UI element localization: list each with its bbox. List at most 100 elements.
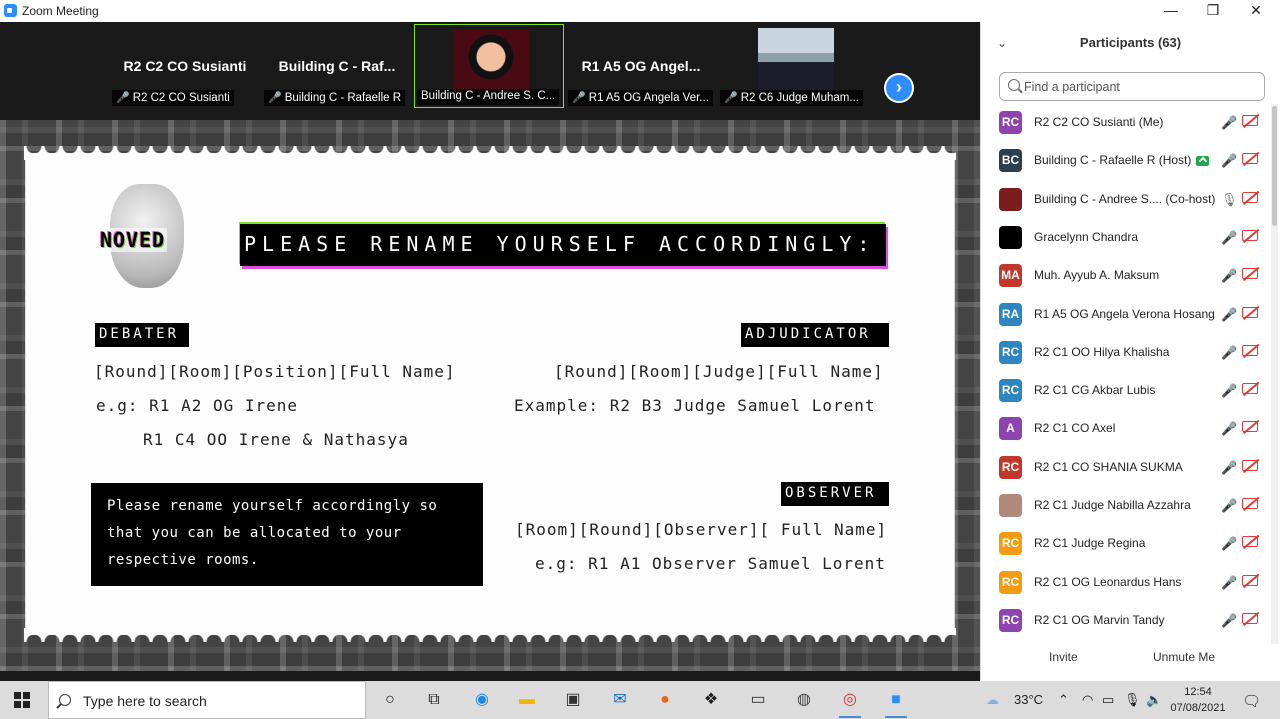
participant-name: R2 C2 CO Susianti (Me) — [1034, 115, 1164, 129]
video-off-icon[interactable] — [1242, 612, 1258, 624]
microphone-muted-icon[interactable]: 🎤 — [1221, 268, 1237, 284]
zoom-icon[interactable]: ■ — [883, 688, 909, 718]
wifi-icon[interactable]: ◠ — [1082, 692, 1093, 708]
weather-icon[interactable]: ☁ — [986, 692, 999, 708]
video-off-icon[interactable] — [1242, 229, 1258, 241]
video-off-icon[interactable] — [1242, 344, 1258, 356]
microphone-muted-icon[interactable]: 🎤 — [1221, 230, 1237, 246]
microphone-muted-icon[interactable]: 🎤 — [1221, 307, 1237, 323]
search-icon — [59, 694, 71, 706]
task-view-icon[interactable]: ⧉ — [421, 688, 447, 712]
windows-start-icon[interactable] — [14, 692, 30, 708]
participant-row[interactable]: RA R1 A5 OG Angela Verona Hosang 🎤 — [981, 296, 1271, 334]
video-off-icon[interactable] — [1242, 383, 1258, 395]
avatar: A — [999, 417, 1022, 441]
maximize-button[interactable]: ❐ — [1192, 0, 1234, 22]
video-off-icon[interactable] — [1242, 459, 1258, 471]
participant-video — [453, 29, 529, 91]
participant-row[interactable]: RC R2 C1 OG Marvin Tandy 🎤 — [981, 602, 1271, 632]
invite-button[interactable]: Invite — [1041, 648, 1086, 666]
camera-icon[interactable]: ◍ — [791, 688, 817, 712]
battery-icon[interactable]: ▭ — [1102, 692, 1114, 708]
cortana-icon[interactable]: ○ — [377, 688, 403, 712]
video-tile-label: 🎤 R1 A5 OG Angela Ver... — [568, 90, 713, 106]
video-off-icon[interactable] — [1242, 306, 1258, 318]
microphone-muted-icon[interactable]: 🎤 — [1221, 345, 1237, 361]
microphone-muted-icon[interactable]: 🎤 — [1221, 613, 1237, 629]
avatar — [999, 225, 1022, 249]
participant-row[interactable]: A R2 C1 CO Axel 🎤 — [981, 410, 1271, 448]
taskbar-search[interactable] — [48, 681, 366, 719]
video-off-icon[interactable] — [1242, 115, 1258, 126]
chevron-right-icon[interactable]: › — [884, 73, 914, 103]
participants-panel: ⌄ Participants (63) RCR2 C2 CO Susianti … — [980, 22, 1280, 681]
video-tile[interactable]: Building C - Raf... 🎤 Building C - Rafael… — [262, 24, 412, 108]
participant-row[interactable]: RC R2 C2 CO Susianti (Me) 🎤 — [981, 104, 1271, 142]
file-explorer-icon[interactable]: ▬ — [514, 688, 540, 712]
microphone-muted-icon[interactable]: 🎤 — [1221, 460, 1237, 476]
avatar: BC — [999, 149, 1022, 173]
video-tile[interactable]: R1 A5 OG Angel... 🎤 R1 A5 OG Angela Ver..… — [566, 24, 716, 108]
microphone-muted-icon[interactable]: 🎤 — [1221, 498, 1237, 514]
microphone-muted-icon[interactable]: 🎤 — [1221, 575, 1237, 591]
observer-tag: OBSERVER — [781, 482, 889, 506]
chrome-icon[interactable]: ◎ — [837, 688, 863, 718]
dropbox-icon[interactable]: ❖ — [698, 688, 724, 712]
taskbar-clock[interactable]: 12:54 07/08/2021 — [1168, 684, 1228, 716]
video-off-icon[interactable] — [1242, 268, 1258, 280]
firefox-icon[interactable]: ● — [652, 688, 678, 712]
participant-list-scrollbar[interactable] — [1271, 104, 1278, 644]
microphone-muted-icon[interactable]: 🎤 — [1221, 115, 1237, 131]
video-tile[interactable]: R2 C2 CO Susianti 🎤 R2 C2 CO Susianti — [110, 24, 260, 108]
microphone-muted-icon[interactable]: 🎤 — [1221, 536, 1237, 552]
video-off-icon[interactable] — [1242, 153, 1258, 165]
participant-row[interactable]: R2 C1 Judge Nabilla Azzahra 🎤 — [981, 487, 1271, 525]
chevron-up-icon[interactable]: ⌃ — [1058, 692, 1069, 708]
microphone-icon[interactable]: 🎙 — [1124, 692, 1141, 708]
video-tile-active-speaker[interactable]: Building C - Andree S. C... — [414, 24, 564, 108]
temperature[interactable]: 33°C — [1014, 692, 1043, 707]
search-icon — [1008, 79, 1020, 91]
taskbar-search-input[interactable] — [83, 692, 353, 710]
video-off-icon[interactable] — [1242, 536, 1258, 548]
close-button[interactable]: ✕ — [1235, 0, 1277, 22]
participant-row[interactable]: RC R2 C1 CO SHANIA SUKMA 🎤 — [981, 449, 1271, 487]
microphone-muted-icon[interactable]: 🎤 — [1221, 383, 1237, 399]
participant-row[interactable]: RC R2 C1 OG Leonardus Hans 🎤 — [981, 564, 1271, 602]
avatar: RC — [999, 111, 1022, 134]
video-off-icon[interactable] — [1242, 421, 1258, 433]
participant-name: Building C - Rafaelle R (Host) — [1034, 153, 1210, 167]
avatar: RC — [999, 608, 1022, 632]
participant-row[interactable]: RC R2 C1 CG Akbar Lubis 🎤 — [981, 372, 1271, 410]
debater-example-2: R1 C4 OO Irene & Nathasya — [143, 430, 409, 449]
participant-row[interactable]: RC R2 C1 OO Hilya Khalisha 🎤 — [981, 334, 1271, 372]
video-off-icon[interactable] — [1242, 191, 1258, 203]
participant-search[interactable] — [999, 72, 1265, 101]
participant-name: R2 C1 Judge Regina — [1034, 536, 1146, 551]
share-bottom-bar — [0, 671, 980, 681]
volume-icon[interactable]: 🔈 — [1146, 692, 1162, 708]
participant-name: R2 C1 Judge Nabilla Azzahra — [1034, 498, 1191, 512]
notifications-icon[interactable]: 🗨 — [1242, 692, 1261, 710]
video-tile[interactable]: 🎤 R2 C6 Judge Muham... — [718, 24, 868, 108]
minimize-button[interactable]: — — [1150, 0, 1192, 22]
microphone-muted-icon[interactable]: 🎤 — [1221, 153, 1237, 169]
participant-row[interactable]: Building C - Andree S.... (Co-host) 🎙 — [981, 181, 1271, 219]
participant-search-input[interactable] — [1024, 77, 1260, 97]
participant-row[interactable]: RC R2 C1 Judge Regina 🎤 — [981, 525, 1271, 563]
amazon-icon[interactable]: ▭ — [745, 688, 771, 712]
unmute-me-button[interactable]: Unmute Me — [1145, 648, 1223, 666]
microphone-muted-icon[interactable]: 🎤 — [1221, 421, 1237, 437]
participant-row[interactable]: MA Muh. Ayyub A. Maksum 🎤 — [981, 257, 1271, 295]
video-off-icon[interactable] — [1242, 498, 1258, 509]
mail-icon[interactable]: ✉ — [607, 688, 633, 712]
video-tile-label: Building C - Andree S. C... — [417, 89, 560, 105]
microphone-icon[interactable]: 🎙 — [1221, 192, 1238, 208]
scrollbar-thumb[interactable] — [1272, 106, 1277, 226]
participant-name: Gracelynn Chandra — [1034, 229, 1139, 244]
edge-icon[interactable]: ◉ — [469, 688, 495, 712]
store-icon[interactable]: ▣ — [560, 688, 586, 712]
participant-row[interactable]: BC Building C - Rafaelle R (Host) 🎤 — [981, 142, 1271, 180]
video-off-icon[interactable] — [1242, 574, 1258, 586]
participant-row[interactable]: Gracelynn Chandra 🎤 — [981, 219, 1271, 257]
